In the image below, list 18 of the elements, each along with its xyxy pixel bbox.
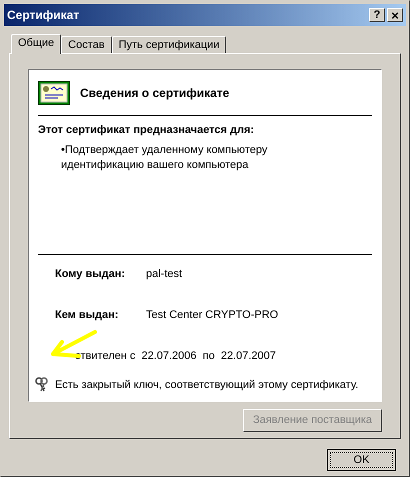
field-value: pal-test	[146, 267, 182, 280]
ok-button[interactable]: OK	[327, 449, 396, 471]
help-button[interactable]: ?	[369, 8, 385, 22]
field-label: Кем выдан:	[55, 308, 120, 321]
info-heading: Сведения о сертификате	[80, 85, 230, 102]
close-button[interactable]: ×	[387, 8, 403, 22]
tab[interactable]: Путь сертификации	[112, 36, 226, 53]
certificate-icon	[38, 81, 70, 105]
tab[interactable]: Общие	[11, 34, 62, 54]
purpose-title: Этот сертификат предназначается для:	[38, 123, 256, 138]
window-title: Сертификат	[7, 7, 80, 24]
field-value: Test Center CRYPTO-PRO	[146, 308, 278, 321]
validity-text: ствителен с 22.07.2006 по 22.07.2007	[75, 349, 277, 364]
purpose-item: •Подтверждает удаленному компьютеру идентификацию вашего компьютера	[61, 142, 268, 172]
key-icon	[34, 376, 50, 393]
field-label: Кому выдан:	[55, 267, 126, 280]
tab[interactable]: Состав	[61, 36, 112, 53]
private-key-note: Есть закрытый ключ, соответствующий этому сертификату.	[55, 378, 358, 392]
